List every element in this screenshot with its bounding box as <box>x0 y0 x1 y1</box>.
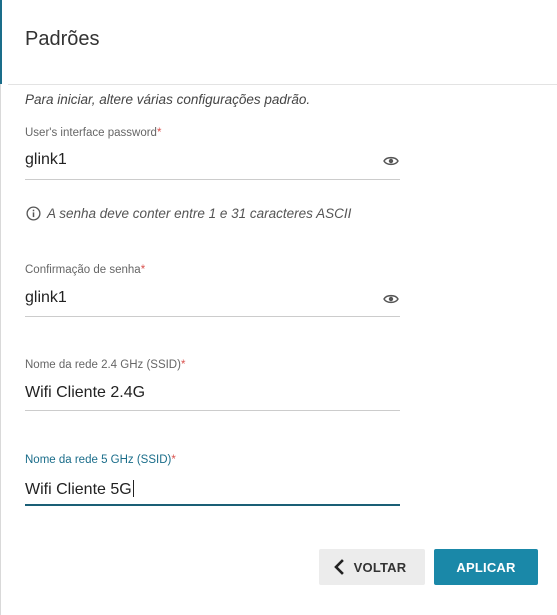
required-mark: * <box>140 264 146 276</box>
password-field: User's interface password* glink1 <box>25 127 400 181</box>
info-icon <box>26 206 41 221</box>
back-button-label: VOLTAR <box>353 559 407 575</box>
confirm-password-underline <box>25 316 400 317</box>
required-mark: * <box>156 127 162 139</box>
ssid-24ghz-input[interactable]: Wifi Cliente 2.4G <box>25 384 145 402</box>
back-button[interactable]: VOLTAR <box>319 549 425 585</box>
password-underline <box>25 179 400 180</box>
text-caret <box>132 480 134 497</box>
page-title: Padrões <box>25 28 100 50</box>
apply-button-label: APLICAR <box>456 559 516 575</box>
ssid-24ghz-label: Nome da rede 2.4 GHz (SSID)* <box>25 359 186 371</box>
required-mark: * <box>180 359 186 371</box>
title-divider <box>8 84 557 85</box>
ssid-5ghz-underline <box>25 504 400 506</box>
intro-text: Para iniciar, altere várias configuraçõe… <box>25 92 311 107</box>
ssid-5ghz-input[interactable]: Wifi Cliente 5G <box>25 480 134 499</box>
required-mark: * <box>171 454 176 466</box>
confirm-password-input[interactable]: glink1 <box>25 289 67 307</box>
password-hint: A senha deve conter entre 1 e 31 caracte… <box>26 206 351 221</box>
setup-wizard-page: Padrões Para iniciar, altere várias conf… <box>0 0 557 615</box>
confirm-password-label: Confirmação de senha* <box>25 264 146 276</box>
ssid-24ghz-underline <box>25 410 400 411</box>
ssid-5ghz-field: Nome da rede 5 GHz (SSID)* Wifi Cliente … <box>25 454 400 508</box>
eye-icon[interactable] <box>383 293 399 305</box>
step-indicator-accent <box>0 0 2 84</box>
confirm-password-field: Confirmação de senha* glink1 <box>25 264 400 318</box>
password-input[interactable]: glink1 <box>25 151 67 169</box>
panel-left-border <box>0 0 1 615</box>
ssid-5ghz-label: Nome da rede 5 GHz (SSID)* <box>25 454 176 466</box>
password-label: User's interface password* <box>25 127 162 139</box>
apply-button[interactable]: APLICAR <box>434 549 538 585</box>
eye-icon[interactable] <box>383 155 399 167</box>
chevron-left-icon <box>333 559 344 575</box>
ssid-24ghz-field: Nome da rede 2.4 GHz (SSID)* Wifi Client… <box>25 359 400 413</box>
password-hint-text: A senha deve conter entre 1 e 31 caracte… <box>47 206 352 221</box>
